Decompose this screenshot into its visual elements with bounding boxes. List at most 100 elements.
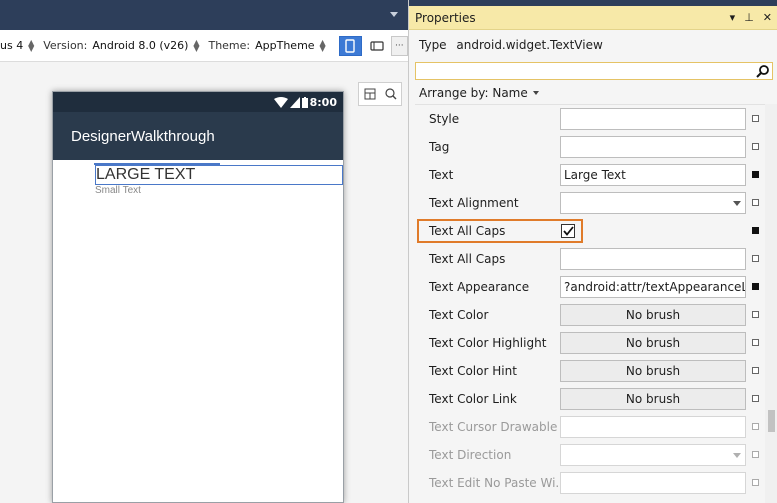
property-marker	[752, 451, 759, 458]
property-value-input[interactable]	[560, 108, 746, 130]
brush-picker[interactable]: No brush	[560, 360, 746, 382]
canvas-tools	[358, 82, 402, 106]
arrange-by-label: Arrange by: Name	[419, 86, 528, 100]
text-all-caps-checkbox[interactable]	[561, 224, 575, 238]
property-marker	[752, 423, 759, 430]
tab-dropdown-icon[interactable]	[390, 12, 398, 17]
signal-icon	[289, 96, 300, 108]
type-label: Type	[419, 38, 447, 52]
zoom-icon[interactable]	[384, 88, 397, 100]
property-name: Text Cursor Drawable	[429, 420, 558, 434]
property-grid: Style Tag Text Large Text Text Alignment	[415, 104, 765, 503]
property-value-input[interactable]	[560, 248, 746, 270]
property-row-text-edit-no-paste: Text Edit No Paste Wi...	[415, 469, 765, 497]
brush-picker[interactable]: No brush	[560, 332, 746, 354]
property-marker[interactable]	[752, 339, 759, 346]
property-name: Text Color Hint	[429, 364, 517, 378]
property-row-text-cursor-drawable: Text Cursor Drawable	[415, 413, 765, 441]
device-value: us 4	[0, 39, 24, 52]
property-grid-scrollbar[interactable]	[765, 104, 777, 503]
property-marker[interactable]	[752, 199, 759, 206]
property-marker	[752, 479, 759, 486]
property-name: Text Color Highlight	[429, 336, 547, 350]
search-icon[interactable]	[756, 64, 770, 78]
dropdown-icon[interactable]: ▾	[730, 11, 736, 24]
property-marker[interactable]	[752, 395, 759, 402]
property-value-select[interactable]	[560, 192, 746, 214]
updown-icon: ▲ ▼	[193, 37, 200, 53]
property-name: Text Appearance	[429, 280, 530, 294]
theme-selector[interactable]: Theme: AppTheme ▲ ▼	[208, 37, 326, 53]
property-marker[interactable]	[752, 171, 759, 178]
theme-value: AppTheme	[255, 39, 315, 52]
property-row-text-color-hint: Text Color Hint No brush	[415, 357, 765, 385]
landscape-button[interactable]	[366, 36, 389, 56]
theme-label: Theme:	[208, 39, 251, 52]
version-selector[interactable]: Version: Android 8.0 (v26) ▲ ▼	[43, 37, 200, 53]
arrange-by-menu[interactable]: Arrange by: Name	[419, 86, 539, 100]
updown-icon: ▲ ▼	[28, 37, 35, 53]
scrollbar-thumb[interactable]	[768, 410, 775, 432]
chevron-down-icon	[733, 201, 741, 206]
designer-toolbar: us 4 ▲ ▼ Version: Android 8.0 (v26) ▲ ▼ Th…	[0, 30, 408, 62]
property-row-text-all-caps-checkbox: Text All Caps	[415, 217, 765, 245]
property-name: Style	[429, 112, 460, 126]
property-row-text-color: Text Color No brush	[415, 301, 765, 329]
device-time: 8:00	[309, 95, 337, 109]
properties-window-controls: ▾ ⊥ ✕	[721, 11, 772, 24]
portrait-button[interactable]	[338, 35, 362, 56]
device-app-bar: DesignerWalkthrough	[53, 112, 343, 160]
large-text-label: Large Text	[96, 166, 196, 183]
property-marker[interactable]	[752, 227, 759, 234]
type-row: Type android.widget.TextView	[419, 38, 603, 52]
version-label: Version:	[43, 39, 88, 52]
property-name: Text Color	[429, 308, 489, 322]
updown-icon: ▲ ▼	[319, 37, 326, 53]
property-search-input[interactable]	[415, 62, 773, 80]
property-marker[interactable]	[752, 143, 759, 150]
pin-icon[interactable]: ⊥	[744, 11, 754, 24]
property-name: Text	[429, 168, 454, 182]
app-title: DesignerWalkthrough	[71, 127, 215, 145]
close-icon[interactable]: ✕	[763, 11, 772, 24]
designer-tab-strip	[0, 0, 408, 30]
device-selector[interactable]: us 4 ▲ ▼	[0, 37, 35, 53]
property-marker[interactable]	[752, 255, 759, 262]
property-row-text: Text Large Text	[415, 161, 765, 189]
brush-picker[interactable]: No brush	[560, 388, 746, 410]
property-name: Text Direction	[429, 448, 512, 462]
property-marker[interactable]	[752, 311, 759, 318]
small-text-view[interactable]: Small Text	[95, 185, 141, 196]
brush-picker[interactable]: No brush	[560, 304, 746, 326]
property-row-text-appearance: Text Appearance ?android:attr/textAppear…	[415, 273, 765, 301]
property-row-text-direction: Text Direction	[415, 441, 765, 469]
large-text-view[interactable]: Large Text	[94, 163, 343, 185]
property-row-text-color-highlight: Text Color Highlight No brush	[415, 329, 765, 357]
landscape-icon	[370, 40, 384, 51]
device-status-bar: 8:00	[53, 92, 343, 112]
property-value-input	[560, 416, 746, 438]
battery-icon	[301, 96, 308, 108]
device-preview: 8:00 DesignerWalkthrough Large Text Smal…	[52, 91, 344, 503]
version-value: Android 8.0 (v26)	[92, 39, 189, 52]
caret-down-icon	[532, 91, 539, 95]
layout-icon[interactable]	[364, 88, 376, 100]
property-name: Text All Caps	[429, 252, 506, 266]
portrait-icon	[345, 38, 355, 53]
property-value-input[interactable]: Large Text	[560, 164, 746, 186]
type-value: android.widget.TextView	[456, 38, 603, 52]
property-value-select	[560, 444, 746, 466]
property-marker[interactable]	[752, 367, 759, 374]
property-value-input[interactable]	[560, 136, 746, 158]
property-value-input	[560, 472, 746, 494]
property-value-input[interactable]: ?android:attr/textAppearanceLarge	[560, 276, 746, 298]
property-marker[interactable]	[752, 283, 759, 290]
property-row-text-color-link: Text Color Link No brush	[415, 385, 765, 413]
more-options-button[interactable]: ···	[390, 35, 408, 56]
selection-handle[interactable]	[94, 163, 220, 165]
property-row-tag: Tag	[415, 133, 765, 161]
wifi-icon	[273, 96, 288, 108]
property-marker[interactable]	[752, 115, 759, 122]
properties-title: Properties	[415, 10, 476, 25]
properties-titlebar: Properties ▾ ⊥ ✕	[409, 6, 777, 30]
